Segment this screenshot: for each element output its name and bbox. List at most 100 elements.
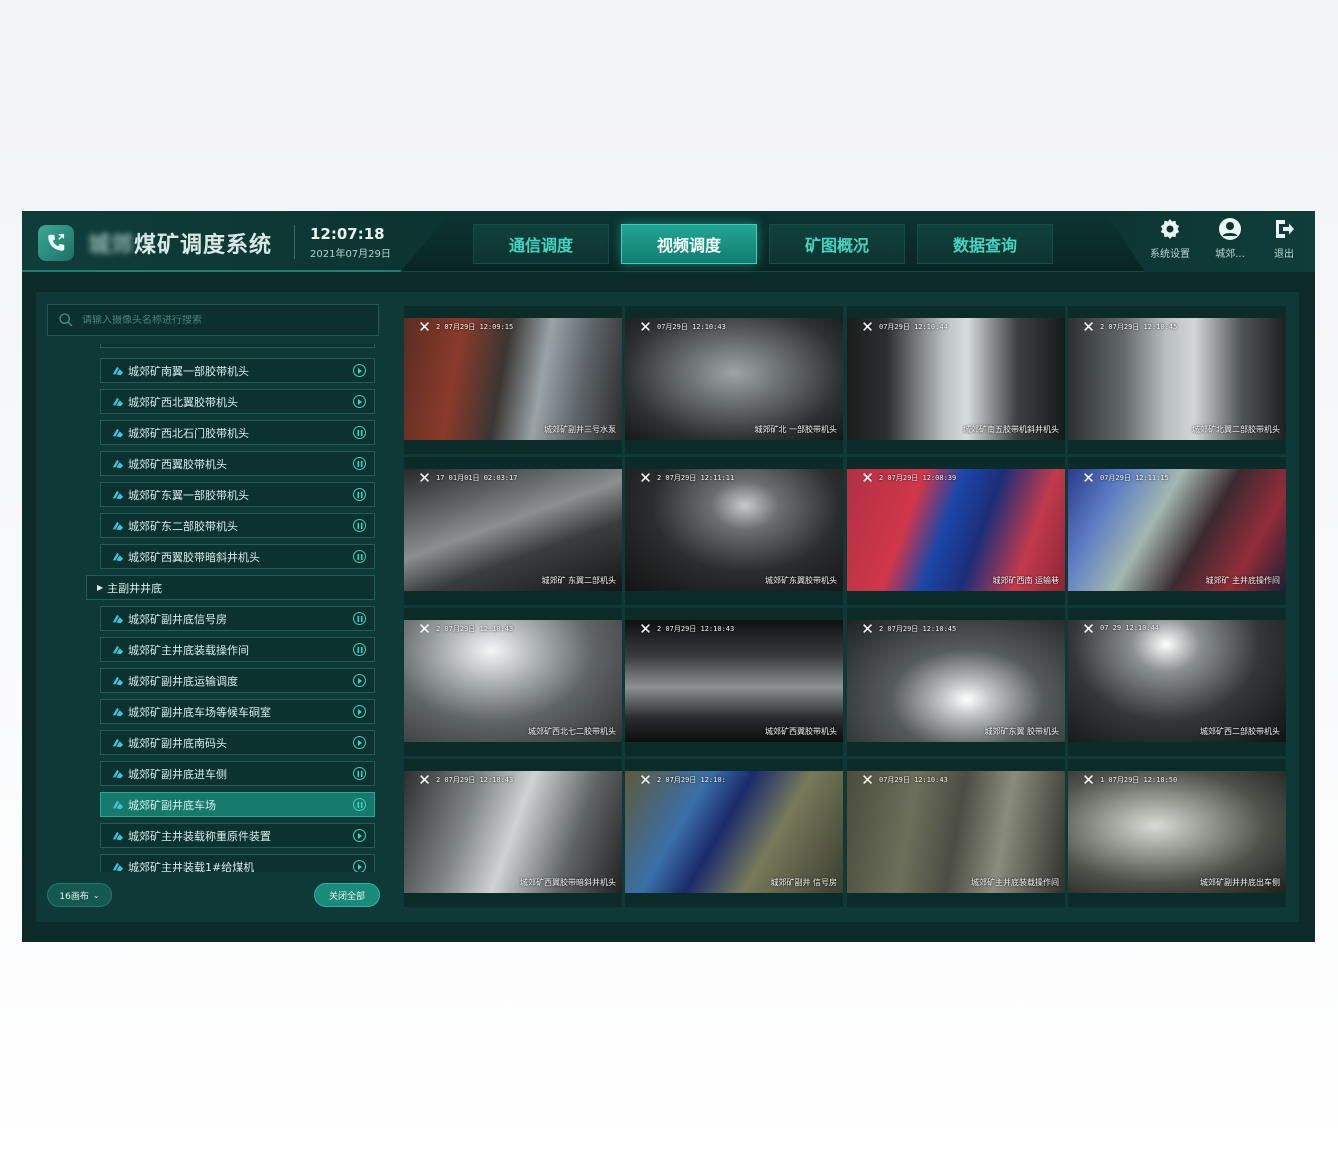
close-icon[interactable]: ✕	[638, 773, 653, 788]
layout-select[interactable]: 16画布 ⌄	[47, 883, 112, 907]
pause-icon[interactable]	[353, 798, 366, 811]
play-icon[interactable]	[353, 829, 366, 842]
tree-item-camera-selected[interactable]: 城郊矿副井底车场	[100, 792, 375, 817]
tree-item-camera[interactable]: 城郊矿主井底装载操作间	[100, 637, 375, 662]
tree-item-camera[interactable]: 城郊矿东二部胶带机头	[100, 513, 375, 538]
close-all-button[interactable]: 关闭全部	[314, 883, 380, 907]
tree-item-label: 城郊矿副井底运输调度	[128, 674, 238, 688]
video-timestamp: 2 07月29日 12:10:43	[436, 625, 514, 633]
pause-icon[interactable]	[353, 550, 366, 563]
close-icon[interactable]: ✕	[860, 471, 875, 486]
video-feed[interactable]: ✕ 2 07月29日 12:10:45 城郊矿北翼二部胶带机头	[1068, 318, 1286, 440]
play-icon[interactable]	[353, 705, 366, 718]
tree-item-camera[interactable]: 城郊矿副井底南码头	[100, 730, 375, 755]
close-icon[interactable]: ✕	[860, 622, 875, 637]
close-icon[interactable]: ✕	[860, 773, 875, 788]
video-cell[interactable]: ✕ 07月29日 12:10:44 城郊矿南五胶带机斜井机头	[847, 306, 1065, 454]
tree-item-partial	[100, 344, 375, 348]
tree-item-label: 城郊矿西翼胶带机头	[128, 457, 227, 471]
video-cell[interactable]: ✕ 2 07月29日 12:10:45 城郊矿东翼 胶带机头	[847, 608, 1065, 756]
tree-item-camera[interactable]: 城郊矿西翼胶带机头	[100, 451, 375, 476]
close-icon[interactable]: ✕	[638, 320, 653, 335]
video-feed[interactable]: ✕ 2 07月29日 12:10:43 城郊矿西翼胶带暗斜井机头	[404, 771, 622, 893]
close-icon[interactable]: ✕	[1081, 471, 1096, 486]
tab-communication[interactable]: 通信调度	[473, 224, 609, 264]
video-cell[interactable]: ✕ 2 07月29日 12:10:45 城郊矿北翼二部胶带机头	[1068, 306, 1286, 454]
pause-icon[interactable]	[353, 612, 366, 625]
play-icon[interactable]	[353, 674, 366, 687]
close-icon[interactable]: ✕	[860, 320, 875, 335]
video-feed[interactable]: ✕ 2 07月29日 12:10:43 城郊矿西翼胶带机头	[625, 620, 843, 742]
video-cell[interactable]: ✕ 17 01月01日 02:03:17 城郊矿 东翼二部机头	[404, 457, 622, 605]
video-feed[interactable]: ✕ 2 07月29日 12:10: 城郊矿副井 信号房	[625, 771, 843, 893]
tab-video[interactable]: 视频调度	[621, 224, 757, 264]
pause-icon[interactable]	[353, 519, 366, 532]
tree-item-camera[interactable]: 城郊矿主井装载称重原件装置	[100, 823, 375, 848]
tree-item-camera[interactable]: 城郊矿副井底进车侧	[100, 761, 375, 786]
video-cell[interactable]: ✕ 2 07月29日 12:09:15 城郊矿副井三号水泵	[404, 306, 622, 454]
video-feed[interactable]: ✕ 07月29日 12:11:15 城郊矿 主井底操作间	[1068, 469, 1286, 591]
video-feed[interactable]: ✕ 2 07月29日 12:10:43 城郊矿西北七二胶带机头	[404, 620, 622, 742]
video-cell[interactable]: ✕ 2 07月29日 12:08:39 城郊矿西南 运输巷	[847, 457, 1065, 605]
play-icon[interactable]	[353, 364, 366, 377]
video-cell[interactable]: ✕ 07月29日 12:10:43 城郊矿主井底装载操作间	[847, 759, 1065, 907]
close-icon[interactable]: ✕	[417, 773, 432, 788]
video-caption: 城郊矿西二部胶带机头	[1200, 727, 1280, 736]
tree-item-camera[interactable]: 城郊矿东翼一部胶带机头	[100, 482, 375, 507]
video-timestamp: 2 07月29日 12:10:43	[436, 776, 514, 784]
tree-item-camera[interactable]: 城郊矿西北石门胶带机头	[100, 420, 375, 445]
video-cell[interactable]: ✕ 1 07月29日 12:10:50 城郊矿副井井底出车侧	[1068, 759, 1286, 907]
video-cell[interactable]: ✕ 2 07月29日 12:11:11 城郊矿东翼胶带机头	[625, 457, 843, 605]
video-feed[interactable]: ✕ 07月29日 12:10:43 城郊矿主井底装载操作间	[847, 771, 1065, 893]
user-button[interactable]: 城郊...	[1204, 216, 1256, 260]
play-icon[interactable]	[353, 736, 366, 749]
video-feed[interactable]: ✕ 2 07月29日 12:10:45 城郊矿东翼 胶带机头	[847, 620, 1065, 742]
video-cell[interactable]: ✕ 2 07月29日 12:10: 城郊矿副井 信号房	[625, 759, 843, 907]
video-cell[interactable]: ✕ 07月29日 12:11:15 城郊矿 主井底操作间	[1068, 457, 1286, 605]
tab-mine-map[interactable]: 矿图概况	[769, 224, 905, 264]
camera-search-box[interactable]	[47, 304, 379, 336]
video-cell[interactable]: ✕ 2 07月29日 12:10:43 城郊矿西翼胶带暗斜井机头	[404, 759, 622, 907]
video-cell[interactable]: ✕ 07 29 12:10:44 城郊矿西二部胶带机头	[1068, 608, 1286, 756]
video-feed[interactable]: ✕ 07月29日 12:10:43 城郊矿北 一部胶带机头	[625, 318, 843, 440]
play-icon[interactable]	[353, 395, 366, 408]
video-caption: 城郊矿 东翼二部机头	[541, 576, 616, 585]
tree-item-camera[interactable]: 城郊矿西北翼胶带机头	[100, 389, 375, 414]
tree-item-camera[interactable]: 城郊矿主井装载1#给煤机	[100, 854, 375, 872]
video-cell[interactable]: ✕ 2 07月29日 12:10:43 城郊矿西北七二胶带机头	[404, 608, 622, 756]
close-icon[interactable]: ✕	[1081, 320, 1096, 335]
video-cell[interactable]: ✕ 07月29日 12:10:43 城郊矿北 一部胶带机头	[625, 306, 843, 454]
settings-button[interactable]: 系统设置	[1144, 216, 1196, 260]
video-feed[interactable]: ✕ 2 07月29日 12:08:39 城郊矿西南 运输巷	[847, 469, 1065, 591]
video-feed[interactable]: ✕ 1 07月29日 12:10:50 城郊矿副井井底出车侧	[1068, 771, 1286, 893]
pause-icon[interactable]	[353, 643, 366, 656]
pause-icon[interactable]	[353, 488, 366, 501]
camera-search-input[interactable]	[74, 314, 378, 326]
pause-icon[interactable]	[353, 767, 366, 780]
video-feed[interactable]: ✕ 2 07月29日 12:11:11 城郊矿东翼胶带机头	[625, 469, 843, 591]
close-icon[interactable]: ✕	[417, 320, 432, 335]
tab-data-query[interactable]: 数据查询	[917, 224, 1053, 264]
video-feed[interactable]: ✕ 07 29 12:10:44 城郊矿西二部胶带机头	[1068, 620, 1286, 742]
play-icon[interactable]	[353, 860, 366, 872]
video-feed[interactable]: ✕ 17 01月01日 02:03:17 城郊矿 东翼二部机头	[404, 469, 622, 591]
close-icon[interactable]: ✕	[638, 622, 653, 637]
pause-icon[interactable]	[353, 457, 366, 470]
tree-group-shaft-bottom[interactable]: ▶ 主副井井底	[86, 575, 375, 600]
video-cell[interactable]: ✕ 2 07月29日 12:10:43 城郊矿西翼胶带机头	[625, 608, 843, 756]
video-caption: 城郊矿东翼胶带机头	[765, 576, 837, 585]
tree-item-camera[interactable]: 城郊矿南翼一部胶带机头	[100, 358, 375, 383]
close-icon[interactable]: ✕	[1081, 622, 1096, 637]
tree-item-camera[interactable]: 城郊矿副井底运输调度	[100, 668, 375, 693]
video-feed[interactable]: ✕ 07月29日 12:10:44 城郊矿南五胶带机斜井机头	[847, 318, 1065, 440]
tree-item-camera[interactable]: 城郊矿副井底车场等候车硐室	[100, 699, 375, 724]
close-icon[interactable]: ✕	[417, 471, 432, 486]
tree-item-camera[interactable]: 城郊矿副井底信号房	[100, 606, 375, 631]
close-icon[interactable]: ✕	[1081, 773, 1096, 788]
video-feed[interactable]: ✕ 2 07月29日 12:09:15 城郊矿副井三号水泵	[404, 318, 622, 440]
close-icon[interactable]: ✕	[638, 471, 653, 486]
pause-icon[interactable]	[353, 426, 366, 439]
logout-button[interactable]: 退出	[1258, 216, 1310, 260]
tree-item-camera[interactable]: 城郊矿西翼胶带暗斜井机头	[100, 544, 375, 569]
close-icon[interactable]: ✕	[417, 622, 432, 637]
